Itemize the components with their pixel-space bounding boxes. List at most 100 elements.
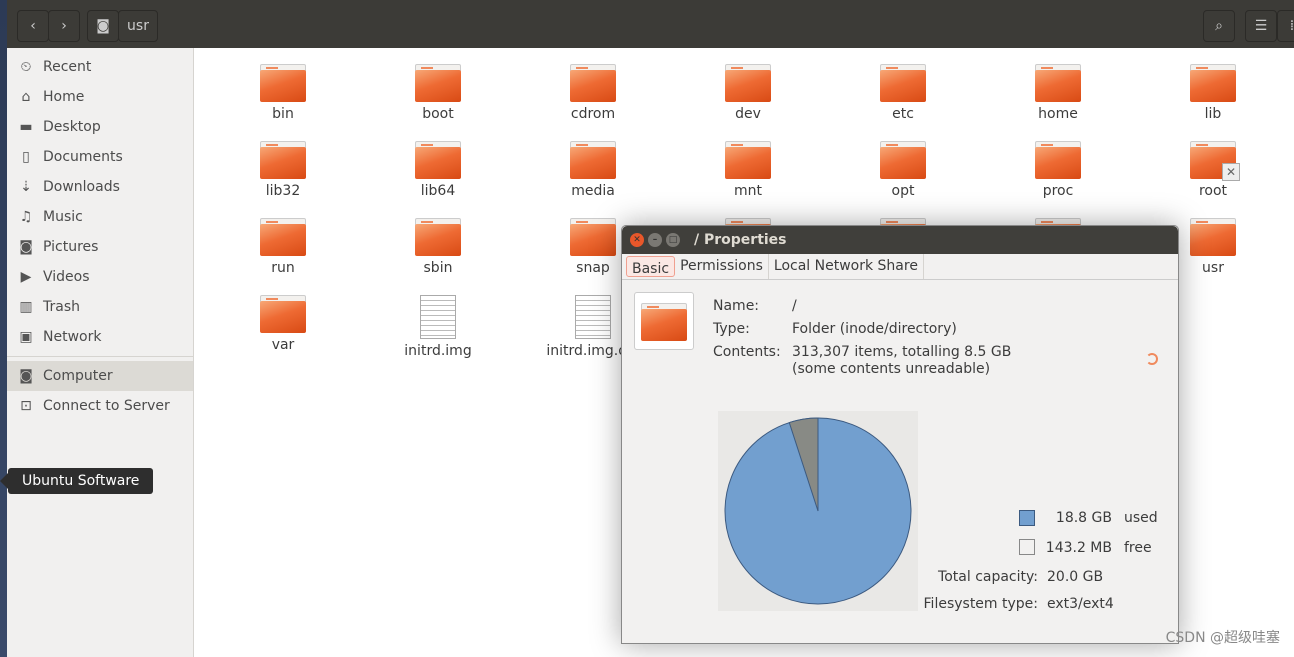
file-label: lib: [1204, 106, 1222, 122]
folder-icon: [1035, 141, 1081, 179]
folder-item[interactable]: var: [223, 295, 343, 353]
file-label: opt: [891, 183, 915, 199]
name-value: /: [792, 298, 797, 314]
launcher: [0, 0, 7, 657]
contents-note: (some contents unreadable): [792, 361, 991, 377]
file-label: media: [571, 183, 615, 199]
grid-view-button[interactable]: ⁞: [1277, 10, 1294, 42]
folder-item[interactable]: bin: [223, 64, 343, 122]
name-label: Name:: [713, 298, 760, 314]
tab-permissions[interactable]: Permissions: [675, 254, 769, 279]
documents-icon: ▯: [22, 149, 30, 165]
locked-icon: ✕: [1222, 163, 1240, 181]
folder-icon: [880, 141, 926, 179]
sidebar-item-label: Downloads: [43, 179, 120, 195]
tooltip: Ubuntu Software: [0, 468, 153, 494]
file-icon: [575, 295, 611, 339]
maximize-icon[interactable]: □: [666, 233, 680, 247]
sidebar-item-connect-to-server[interactable]: ⊡ Connect to Server: [7, 391, 193, 421]
sidebar-item-music[interactable]: ♫ Music: [7, 202, 193, 232]
sidebar: ⏲ Recent ⌂ Home ▬ Desktop ▯ Documents ⇣ Downloads…: [7, 48, 194, 657]
sidebar-item-label: Music: [43, 209, 83, 225]
used-label: used: [1124, 510, 1158, 526]
file-icon: [420, 295, 456, 339]
sidebar-item-label: Documents: [43, 149, 123, 165]
tab-basic[interactable]: Basic: [626, 256, 676, 277]
videos-icon: ▶: [20, 269, 32, 285]
sidebar-item-label: Pictures: [43, 239, 99, 255]
sidebar-item-trash[interactable]: ▥ Trash: [7, 292, 193, 322]
sidebar-item-computer[interactable]: ◙ Computer: [7, 361, 193, 391]
folder-item[interactable]: opt: [843, 141, 963, 199]
properties-dialog: ✕ – □ / Properties Basic Permissions Loc…: [621, 225, 1179, 644]
path-usr[interactable]: usr: [118, 10, 158, 42]
drive-icon[interactable]: ◙: [87, 10, 119, 42]
header-bar: ‹ › ◙ usr ⌕ ☰ ⁞: [7, 0, 1294, 48]
folder-icon: [570, 218, 616, 256]
folder-item[interactable]: boot: [378, 64, 498, 122]
file-item[interactable]: initrd.img: [378, 295, 498, 359]
folder-item[interactable]: dev: [688, 64, 808, 122]
list-view-button[interactable]: ☰: [1245, 10, 1277, 42]
folder-item[interactable]: lib64: [378, 141, 498, 199]
folder-item[interactable]: home: [998, 64, 1118, 122]
file-label: sbin: [423, 260, 453, 276]
close-icon[interactable]: ✕: [630, 233, 644, 247]
folder-icon: [570, 141, 616, 179]
file-label: cdrom: [570, 106, 616, 122]
computer-icon: ◙: [19, 368, 33, 384]
folder-item[interactable]: cdrom: [533, 64, 653, 122]
sidebar-item-home[interactable]: ⌂ Home: [7, 82, 193, 112]
sidebar-item-label: Videos: [43, 269, 90, 285]
spinner-icon: [1146, 353, 1158, 365]
sidebar-item-network[interactable]: ▣ Network: [7, 322, 193, 352]
sidebar-item-documents[interactable]: ▯ Documents: [7, 142, 193, 172]
file-label: home: [1038, 106, 1078, 122]
file-label: var: [271, 337, 295, 353]
sidebar-item-videos[interactable]: ▶ Videos: [7, 262, 193, 292]
music-icon: ♫: [19, 209, 33, 225]
folder-icon: [634, 292, 694, 350]
folder-icon: [725, 64, 771, 102]
back-button[interactable]: ‹: [17, 10, 49, 42]
server-icon: ⊡: [20, 398, 32, 414]
free-swatch: [1019, 539, 1035, 555]
folder-icon: [1035, 64, 1081, 102]
free-value: 143.2 MB: [1045, 540, 1112, 556]
file-label: mnt: [734, 183, 762, 199]
folder-item[interactable]: lib32: [223, 141, 343, 199]
folder-item[interactable]: lib: [1153, 64, 1273, 122]
forward-button[interactable]: ›: [48, 10, 80, 42]
sidebar-item-label: Desktop: [43, 119, 101, 135]
tab-local-network-share[interactable]: Local Network Share: [769, 254, 924, 279]
sidebar-item-downloads[interactable]: ⇣ Downloads: [7, 172, 193, 202]
desktop-icon: ▬: [19, 119, 33, 135]
capacity-label: Total capacity:: [938, 569, 1038, 585]
filesystem-label: Filesystem type:: [923, 596, 1038, 612]
folder-item[interactable]: etc: [843, 64, 963, 122]
folder-icon: [260, 295, 306, 333]
folder-icon: [880, 64, 926, 102]
type-label: Type:: [713, 321, 750, 337]
folder-icon: [260, 141, 306, 179]
file-label: lib64: [420, 183, 456, 199]
folder-item[interactable]: sbin: [378, 218, 498, 276]
folder-icon: [415, 218, 461, 256]
sidebar-item-pictures[interactable]: ◙ Pictures: [7, 232, 193, 262]
folder-item[interactable]: ✕ root: [1153, 141, 1273, 199]
free-label: free: [1124, 540, 1152, 556]
sidebar-item-label: Trash: [43, 299, 80, 315]
sidebar-item-recent[interactable]: ⏲ Recent: [7, 52, 193, 82]
file-label: dev: [735, 106, 761, 122]
sidebar-item-desktop[interactable]: ▬ Desktop: [7, 112, 193, 142]
search-button[interactable]: ⌕: [1203, 10, 1235, 42]
folder-icon: [725, 141, 771, 179]
minimize-icon[interactable]: –: [648, 233, 662, 247]
watermark: CSDN @超级哇塞: [1165, 630, 1280, 646]
home-icon: ⌂: [21, 89, 31, 105]
folder-icon: ✕: [1190, 141, 1240, 181]
folder-item[interactable]: mnt: [688, 141, 808, 199]
folder-item[interactable]: proc: [998, 141, 1118, 199]
folder-item[interactable]: run: [223, 218, 343, 276]
folder-item[interactable]: media: [533, 141, 653, 199]
